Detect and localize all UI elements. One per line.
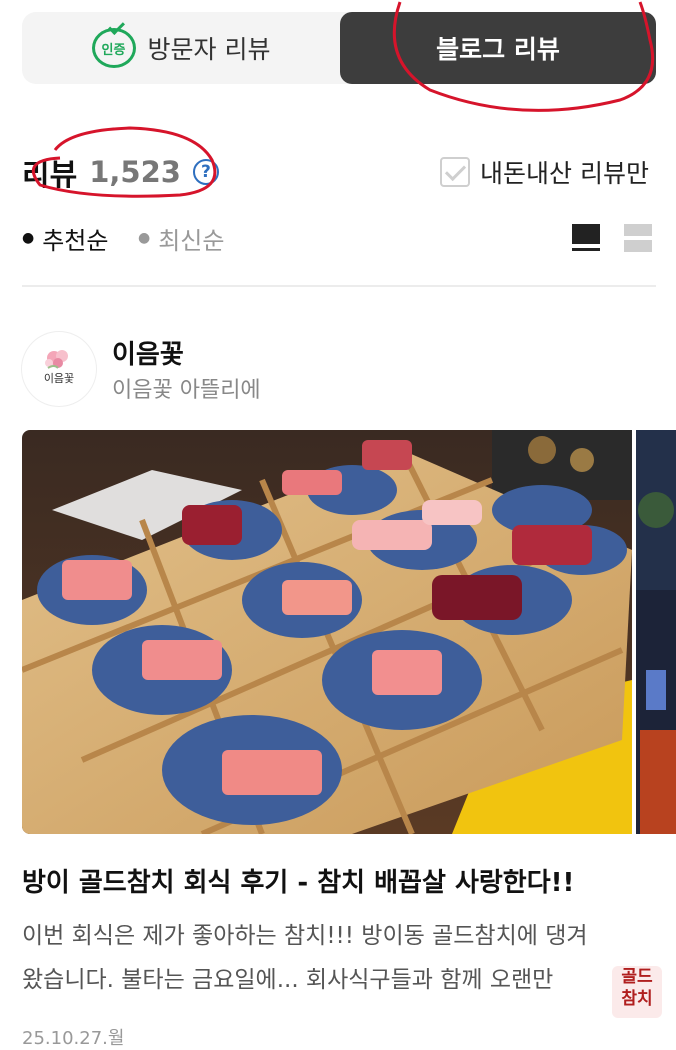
post-excerpt-line: 이번 회식은 제가 좋아하는 참치!!! 방이동 골드참치에 댕겨 (22, 923, 588, 949)
post-photo-next[interactable] (636, 430, 676, 834)
tab-visitor-review[interactable]: 인증 방문자 리뷰 (22, 12, 340, 84)
watermark-line: 골드 (621, 967, 653, 987)
gold-tuna-watermark-logo: 골드 참치 (612, 966, 662, 1018)
certified-badge-icon: 인증 (91, 28, 136, 68)
author-name[interactable]: 이음꽃 (112, 334, 184, 371)
sort-latest[interactable]: ● 최신순 (138, 220, 224, 256)
post-excerpt[interactable]: 이번 회식은 제가 좋아하는 참치!!! 방이동 골드참치에 댕겨 왔습니다. … (22, 914, 652, 1002)
author-avatar[interactable]: 이음꽃 (22, 332, 96, 406)
list-view-icon[interactable] (572, 224, 600, 252)
post-excerpt-line: 왔습니다. 불타는 금요일에... 회사식구들과 함께 오랜만 (22, 967, 554, 993)
bullet-icon: ● (138, 230, 151, 246)
review-header: 리뷰 1,523 ? (22, 150, 219, 194)
mine-only-checkbox[interactable] (440, 157, 470, 187)
grid-view-icon[interactable] (624, 224, 652, 252)
night-street-image (636, 430, 676, 834)
sort-recommended-label: 추천순 (42, 226, 109, 255)
post-photo[interactable] (22, 430, 632, 834)
post-title[interactable]: 방이 골드참치 회식 후기 - 참치 배꼽살 사랑한다!! (22, 862, 574, 899)
tab-visitor-label: 방문자 리뷰 (147, 35, 271, 64)
mine-only-label: 내돈내산 리뷰만 (480, 159, 649, 188)
tab-blog-review[interactable]: 블로그 리뷰 (340, 12, 656, 84)
avatar-text: 이음꽃 (44, 372, 74, 385)
author-blog-name: 이음꽃 아뜰리에 (112, 378, 261, 403)
tuna-platter-image (22, 430, 632, 834)
sort-recommended[interactable]: ● 추천순 (22, 220, 108, 256)
watermark-line: 참치 (621, 989, 653, 1009)
tab-blog-label: 블로그 리뷰 (436, 35, 560, 64)
review-tabs: 인증 방문자 리뷰 블로그 리뷰 (22, 12, 656, 84)
avatar-flower-logo: 이음꽃 (23, 333, 95, 405)
bullet-icon: ● (22, 230, 35, 246)
post-date: 25.10.27.월 (22, 1028, 125, 1049)
section-divider (22, 285, 656, 287)
review-heading: 리뷰 (22, 158, 78, 193)
help-icon[interactable]: ? (192, 159, 219, 185)
review-count: 1,523 (89, 155, 181, 189)
sort-latest-label: 최신순 (158, 226, 225, 255)
mine-only-filter[interactable]: 내돈내산 리뷰만 (440, 150, 649, 194)
